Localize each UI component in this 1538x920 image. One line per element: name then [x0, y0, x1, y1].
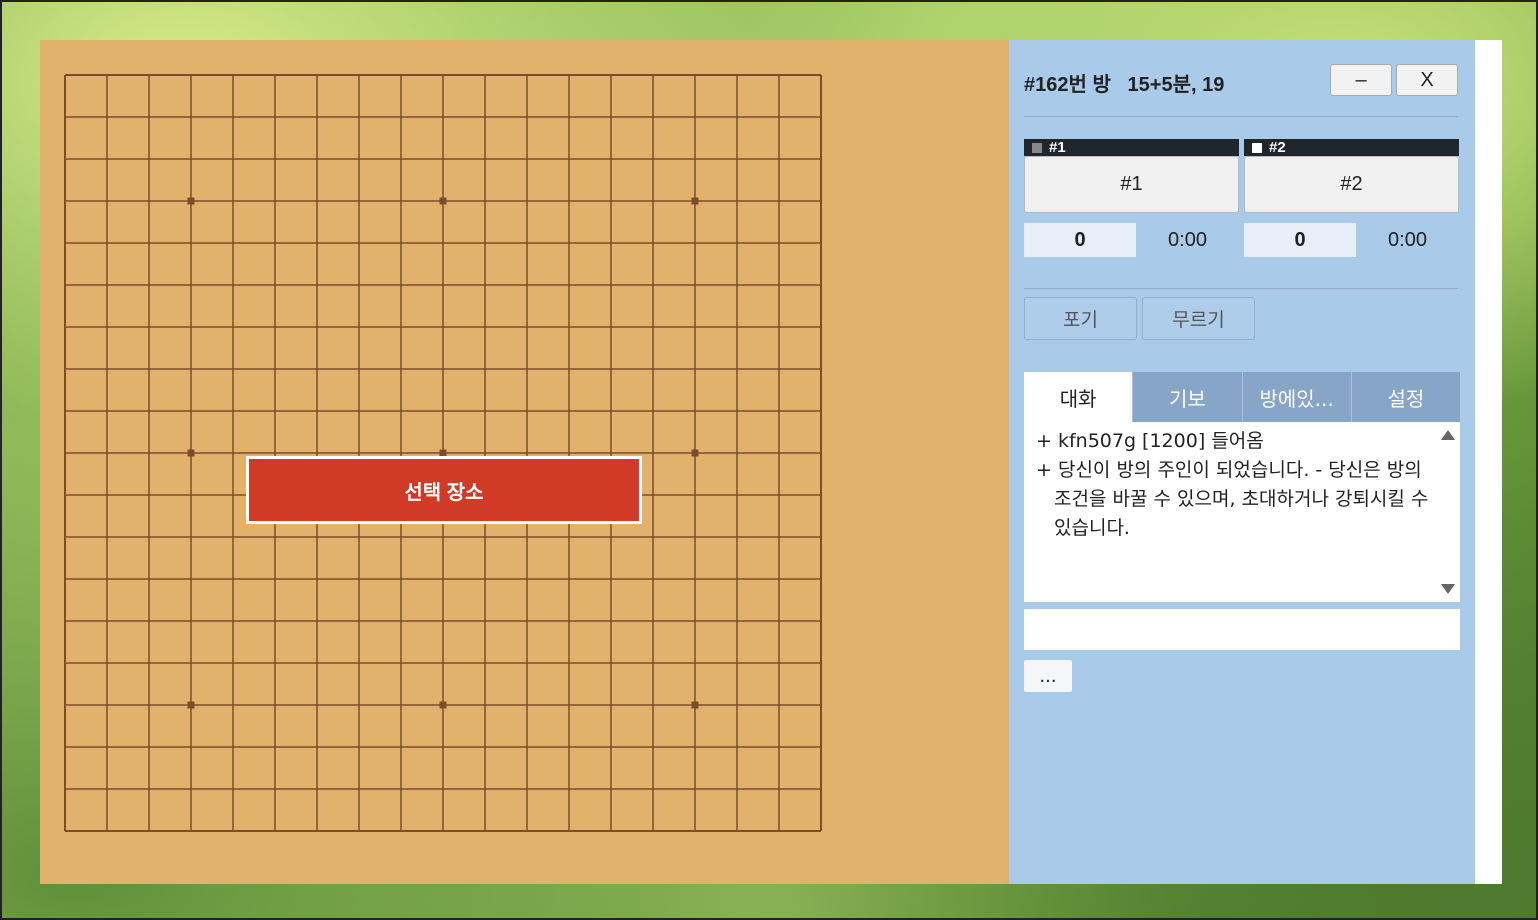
tab-bar: 대화 기보 방에있... 설정 — [1024, 372, 1460, 422]
scroll-up-icon[interactable] — [1441, 430, 1455, 440]
star-point — [187, 449, 195, 457]
room-title: #162번 방 15+5분, 19 — [1024, 74, 1225, 96]
tab-settings[interactable]: 설정 — [1350, 372, 1460, 422]
tab-room-users[interactable]: 방에있... — [1241, 372, 1351, 422]
star-point — [187, 701, 195, 709]
player-2-button[interactable]: #2 — [1244, 156, 1459, 213]
player-2-captures: 0 — [1244, 223, 1356, 257]
chat-message: + 당신이 방의 주인이 되었습니다. - 당신은 방의 조건을 바꿀 수 있으… — [1036, 459, 1429, 539]
stone-color-icon — [1032, 142, 1042, 153]
select-location-button[interactable]: 선택 장소 — [246, 456, 642, 524]
divider — [1024, 116, 1458, 117]
side-panel: #162번 방 15+5분, 19 – X #1 #1 0 0:00 #2 #2… — [1009, 40, 1475, 884]
star-point — [691, 197, 699, 205]
player-1-captures: 0 — [1024, 223, 1136, 257]
player-1-button[interactable]: #1 — [1024, 156, 1239, 213]
star-point — [691, 449, 699, 457]
player-2-time: 0:00 — [1388, 228, 1427, 251]
more-button[interactable]: ... — [1024, 660, 1072, 692]
close-button[interactable]: X — [1396, 64, 1458, 96]
player-1-panel: #1 #1 0 0:00 — [1024, 139, 1239, 257]
tab-chat[interactable]: 대화 — [1024, 372, 1133, 422]
star-point — [439, 701, 447, 709]
player-2-panel: #2 #2 0 0:00 — [1244, 139, 1459, 257]
resign-button[interactable]: 포기 — [1024, 297, 1137, 340]
player-2-header-label: #2 — [1269, 139, 1286, 156]
chat-log[interactable]: + kfn507g [1200] 들어옴 + 당신이 방의 주인이 되었습니다.… — [1024, 422, 1460, 602]
minimize-button[interactable]: – — [1330, 64, 1392, 96]
go-board-area: 선택 장소 — [40, 40, 1009, 884]
star-point — [439, 197, 447, 205]
player-1-header-label: #1 — [1049, 139, 1066, 156]
window-edge — [1475, 40, 1502, 884]
player-2-header: #2 — [1244, 139, 1459, 156]
chat-input[interactable] — [1024, 609, 1460, 650]
player-1-header: #1 — [1024, 139, 1239, 156]
divider — [1024, 288, 1458, 289]
star-point — [187, 197, 195, 205]
star-point — [691, 701, 699, 709]
tab-game-record[interactable]: 기보 — [1132, 372, 1242, 422]
game-window: 선택 장소 #162번 방 15+5분, 19 – X #1 #1 0 0:00… — [40, 40, 1502, 884]
scroll-down-icon[interactable] — [1441, 584, 1455, 594]
undo-button[interactable]: 무르기 — [1142, 297, 1255, 340]
chat-message: + kfn507g [1200] 들어옴 — [1036, 430, 1264, 452]
stone-color-icon — [1252, 142, 1262, 153]
player-1-time: 0:00 — [1168, 228, 1207, 251]
